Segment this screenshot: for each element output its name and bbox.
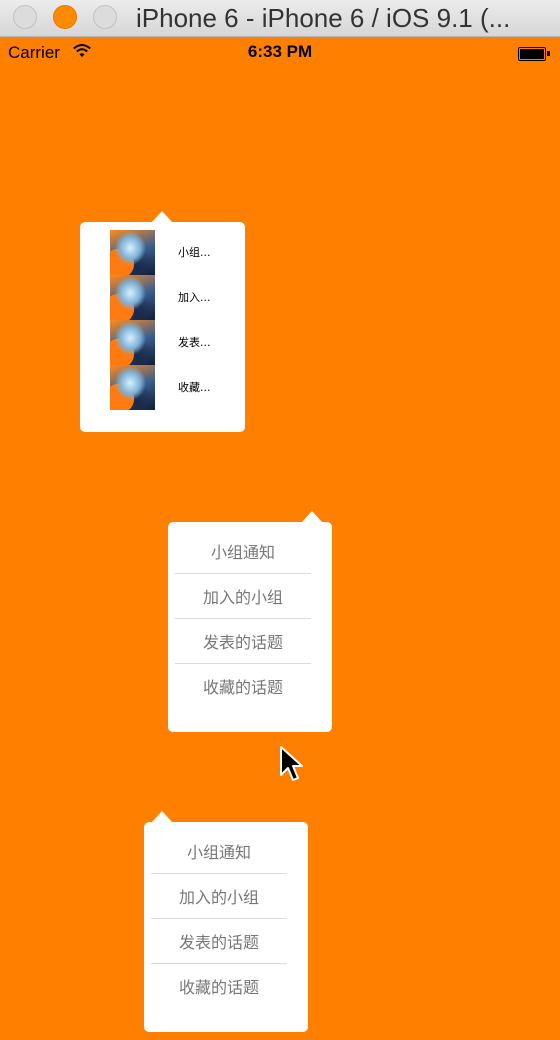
popover-arrow [152,211,172,222]
menu-divider [175,618,311,619]
icon-menu-item-label: 发表... [178,336,211,349]
icon-menu-item-label: 收藏... [178,381,211,394]
icon-menu-item-favorite-topics[interactable]: 收藏... [110,365,240,410]
menu-item-posted-topics[interactable]: 发表的话题 [151,920,287,965]
battery-tip [547,51,550,56]
menu-item-joined-groups[interactable]: 加入的小组 [151,875,287,920]
menu-divider [175,663,311,664]
menu-item-joined-groups[interactable]: 加入的小组 [175,575,311,620]
group-thumbnail-icon [110,320,155,365]
mouse-pointer-icon [280,746,303,781]
window-minimize-button[interactable] [53,5,77,29]
icon-menu-item-joined-groups[interactable]: 加入... [110,275,240,320]
battery-icon [518,47,546,61]
simulator-titlebar: iPhone 6 - iPhone 6 / iOS 9.1 (... [0,0,560,37]
icon-menu-item-posted-topics[interactable]: 发表... [110,320,240,365]
icon-menu-item-label: 加入... [178,291,211,304]
status-bar: Carrier 6:33 PM [0,37,560,69]
icon-menu-item-group-notice[interactable]: 小组... [110,230,240,275]
menu-item-favorite-topics[interactable]: 收藏的话题 [175,665,311,710]
icon-popover-menu: 小组... 加入... 发表... 收藏... [80,211,245,432]
popover-arrow [152,811,172,822]
group-thumbnail-icon [110,230,155,275]
menu-divider [175,573,311,574]
menu-item-posted-topics[interactable]: 发表的话题 [175,620,311,665]
menu-divider [151,918,287,919]
text-popover-menu-b: 小组通知 加入的小组 发表的话题 收藏的话题 [144,811,308,1032]
menu-item-favorite-topics[interactable]: 收藏的话题 [151,965,287,1010]
icon-menu-item-label: 小组... [178,246,211,259]
group-thumbnail-icon [110,275,155,320]
text-popover-menu-a: 小组通知 加入的小组 发表的话题 收藏的话题 [168,511,332,732]
group-thumbnail-icon [110,365,155,410]
window-zoom-button[interactable] [93,5,117,29]
window-title: iPhone 6 - iPhone 6 / iOS 9.1 (... [136,3,511,33]
status-time: 6:33 PM [247,42,313,61]
menu-item-group-notice[interactable]: 小组通知 [151,830,287,875]
menu-divider [151,963,287,964]
window-close-button[interactable] [13,5,37,29]
menu-item-group-notice[interactable]: 小组通知 [175,530,311,575]
popover-arrow [302,511,322,522]
menu-divider [151,873,287,874]
